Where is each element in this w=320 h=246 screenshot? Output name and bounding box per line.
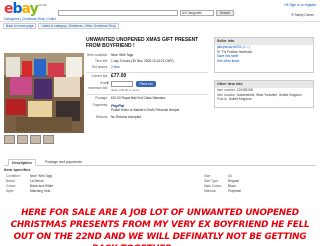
tab-categories[interactable]: Categories [4, 17, 19, 21]
time-left-row: Time left: 1 day 3 hours (30 Dec, 2009 1… [86, 59, 208, 64]
photo-thumbnails [4, 135, 84, 145]
spec-label: Material: [204, 189, 217, 193]
search-input[interactable] [58, 10, 178, 16]
account-links[interactable]: Hi! Sign in or register [284, 3, 316, 7]
description-banner: HERE FOR SALE ARE A JOB LOT OF UNWANTED … [0, 205, 320, 246]
nav-tabs: Categories | Christmas Shop | Outlet [4, 17, 56, 21]
safety-centre-link[interactable]: ⛨ Safety Centre [291, 13, 314, 17]
item-title: UNWANTED UNOPENED XMAS GIFT PRESENT FROM… [86, 37, 199, 49]
currency-symbol: £ [107, 81, 109, 85]
spec-value: La Senza [30, 179, 44, 183]
spec-value: Regular [228, 179, 240, 183]
spec-row: Material: Polyester [204, 189, 241, 194]
bid-history-label: Bid history: [92, 65, 108, 69]
post-to-row: Post to: United Kingdom [217, 97, 311, 102]
ebay-logo[interactable]: ebay [4, 1, 39, 17]
max-bid-label: Enter maximum bid: [88, 81, 108, 90]
spec-label: Style: [6, 189, 14, 193]
logo-letter-y: y [29, 1, 39, 17]
logo-letter-e: e [4, 1, 13, 17]
seller-description-text: HERE FOR SALE ARE A JOB LOT OF UNWANTED … [10, 208, 310, 246]
site-header: ebay .co.uk Hi! Sign in or register Cate… [0, 0, 320, 22]
max-bid-input[interactable] [111, 81, 133, 87]
breadcrumb-home[interactable]: Back to home page [3, 23, 37, 29]
other-item-info-panel: Other item info Item number: 120493198 I… [214, 80, 314, 108]
returns-row: Returns: No Returns Accepted [86, 115, 208, 120]
place-bid-button[interactable]: Place bid [136, 81, 156, 87]
tab-outlet[interactable]: Outlet [47, 17, 56, 21]
spec-value: Polyester [228, 189, 242, 193]
item-specifics-heading: Item specifics [4, 167, 31, 172]
logo-letter-b: b [12, 1, 23, 17]
bid-hint: (Enter £78.00 or more) [111, 88, 140, 92]
item-main: UNWANTED UNOPENED XMAS GIFT PRESENT FROM… [4, 37, 316, 177]
spec-value: 16 [228, 174, 232, 178]
post-to-label: Post to: [217, 97, 228, 101]
time-left-value: 1 day 3 hours (30 Dec, 2009 12:14:21 GMT… [111, 59, 174, 63]
item-number-label: Item number: [217, 88, 236, 92]
payments-note: Postal Order or Banker's Draft, Personal… [111, 108, 180, 112]
returns-label: Returns: [95, 115, 108, 119]
breadcrumb: Back to home page Listed in category: Chr… [3, 23, 317, 29]
tab-postage-payments[interactable]: Postage and payments [42, 159, 85, 166]
tab-christmas-shop[interactable]: Christmas Shop [22, 17, 45, 21]
spec-row: Style: Matching Sets [6, 189, 50, 194]
item-description: Item specifics Condition: New: With Tags … [4, 167, 316, 205]
listing-tabs: Description Postage and payments [4, 158, 316, 166]
thumbnail[interactable] [43, 135, 54, 144]
bid-history-row: Bid history: 2 bids [86, 65, 208, 70]
post-to-value: United Kingdom [228, 97, 252, 101]
category-select[interactable]: All Categories [180, 10, 214, 16]
current-bid-label: Current bid: [91, 74, 108, 78]
thumbnail[interactable] [17, 135, 28, 144]
item-location-value: huddersfield, West Yorkshire, United Kin… [236, 92, 302, 97]
current-bid-value: £77.00 [111, 73, 127, 79]
thumbnail[interactable] [30, 135, 41, 144]
postage-value: £10.00 Royal Mail 2nd Class Standard [111, 96, 166, 100]
item-location-label: Item location: [217, 92, 236, 97]
spec-value: Black [228, 184, 236, 188]
breadcrumb-category[interactable]: Listed in category: Christmas, Other Chr… [38, 23, 119, 29]
spec-value: Matching Sets [30, 189, 51, 193]
item-photo[interactable] [4, 53, 84, 133]
safety-centre-label: Safety Centre [294, 13, 315, 17]
divider [86, 72, 208, 73]
returns-value: No Returns Accepted [111, 115, 142, 119]
see-other-items-link[interactable]: See other items [215, 59, 313, 64]
seller-info-heading: Seller info [215, 38, 313, 45]
item-number-value: 120493198 [236, 88, 253, 92]
logo-domain: .co.uk [38, 3, 47, 7]
item-title-box: UNWANTED UNOPENED XMAS GIFT PRESENT FROM… [86, 37, 208, 51]
logo-letter-a: a [21, 1, 31, 17]
seller-info-panel: Seller info jakeysbuzzh2001 (0 ☆) 97.7% … [214, 37, 314, 73]
condition-row: Item condition: New: With Tags [86, 53, 208, 58]
current-bid-row: Current bid: £77.00 [86, 74, 208, 79]
bid-history-link[interactable]: 2 bids [111, 65, 120, 70]
payments-note-row: Postal Order or Banker's Draft, Personal… [86, 108, 208, 113]
divider [86, 94, 208, 95]
spec-value: Black and White [30, 184, 54, 188]
postage-row: Postage: £10.00 Royal Mail 2nd Class Sta… [86, 96, 208, 101]
tab-description[interactable]: Description [8, 159, 36, 166]
condition-label: Item condition: [87, 53, 108, 57]
thumbnail[interactable] [4, 135, 15, 144]
other-info-heading: Other item info [215, 81, 313, 88]
condition-value: New: With Tags [111, 53, 134, 57]
time-left-label: Time left: [95, 59, 108, 63]
postage-label: Postage: [95, 96, 108, 100]
spec-value: New: With Tags [30, 174, 53, 178]
bid-panel: Item condition: New: With Tags Time left… [86, 53, 208, 161]
search-button[interactable]: Search [216, 10, 234, 16]
shield-icon: ⛨ [291, 13, 294, 17]
